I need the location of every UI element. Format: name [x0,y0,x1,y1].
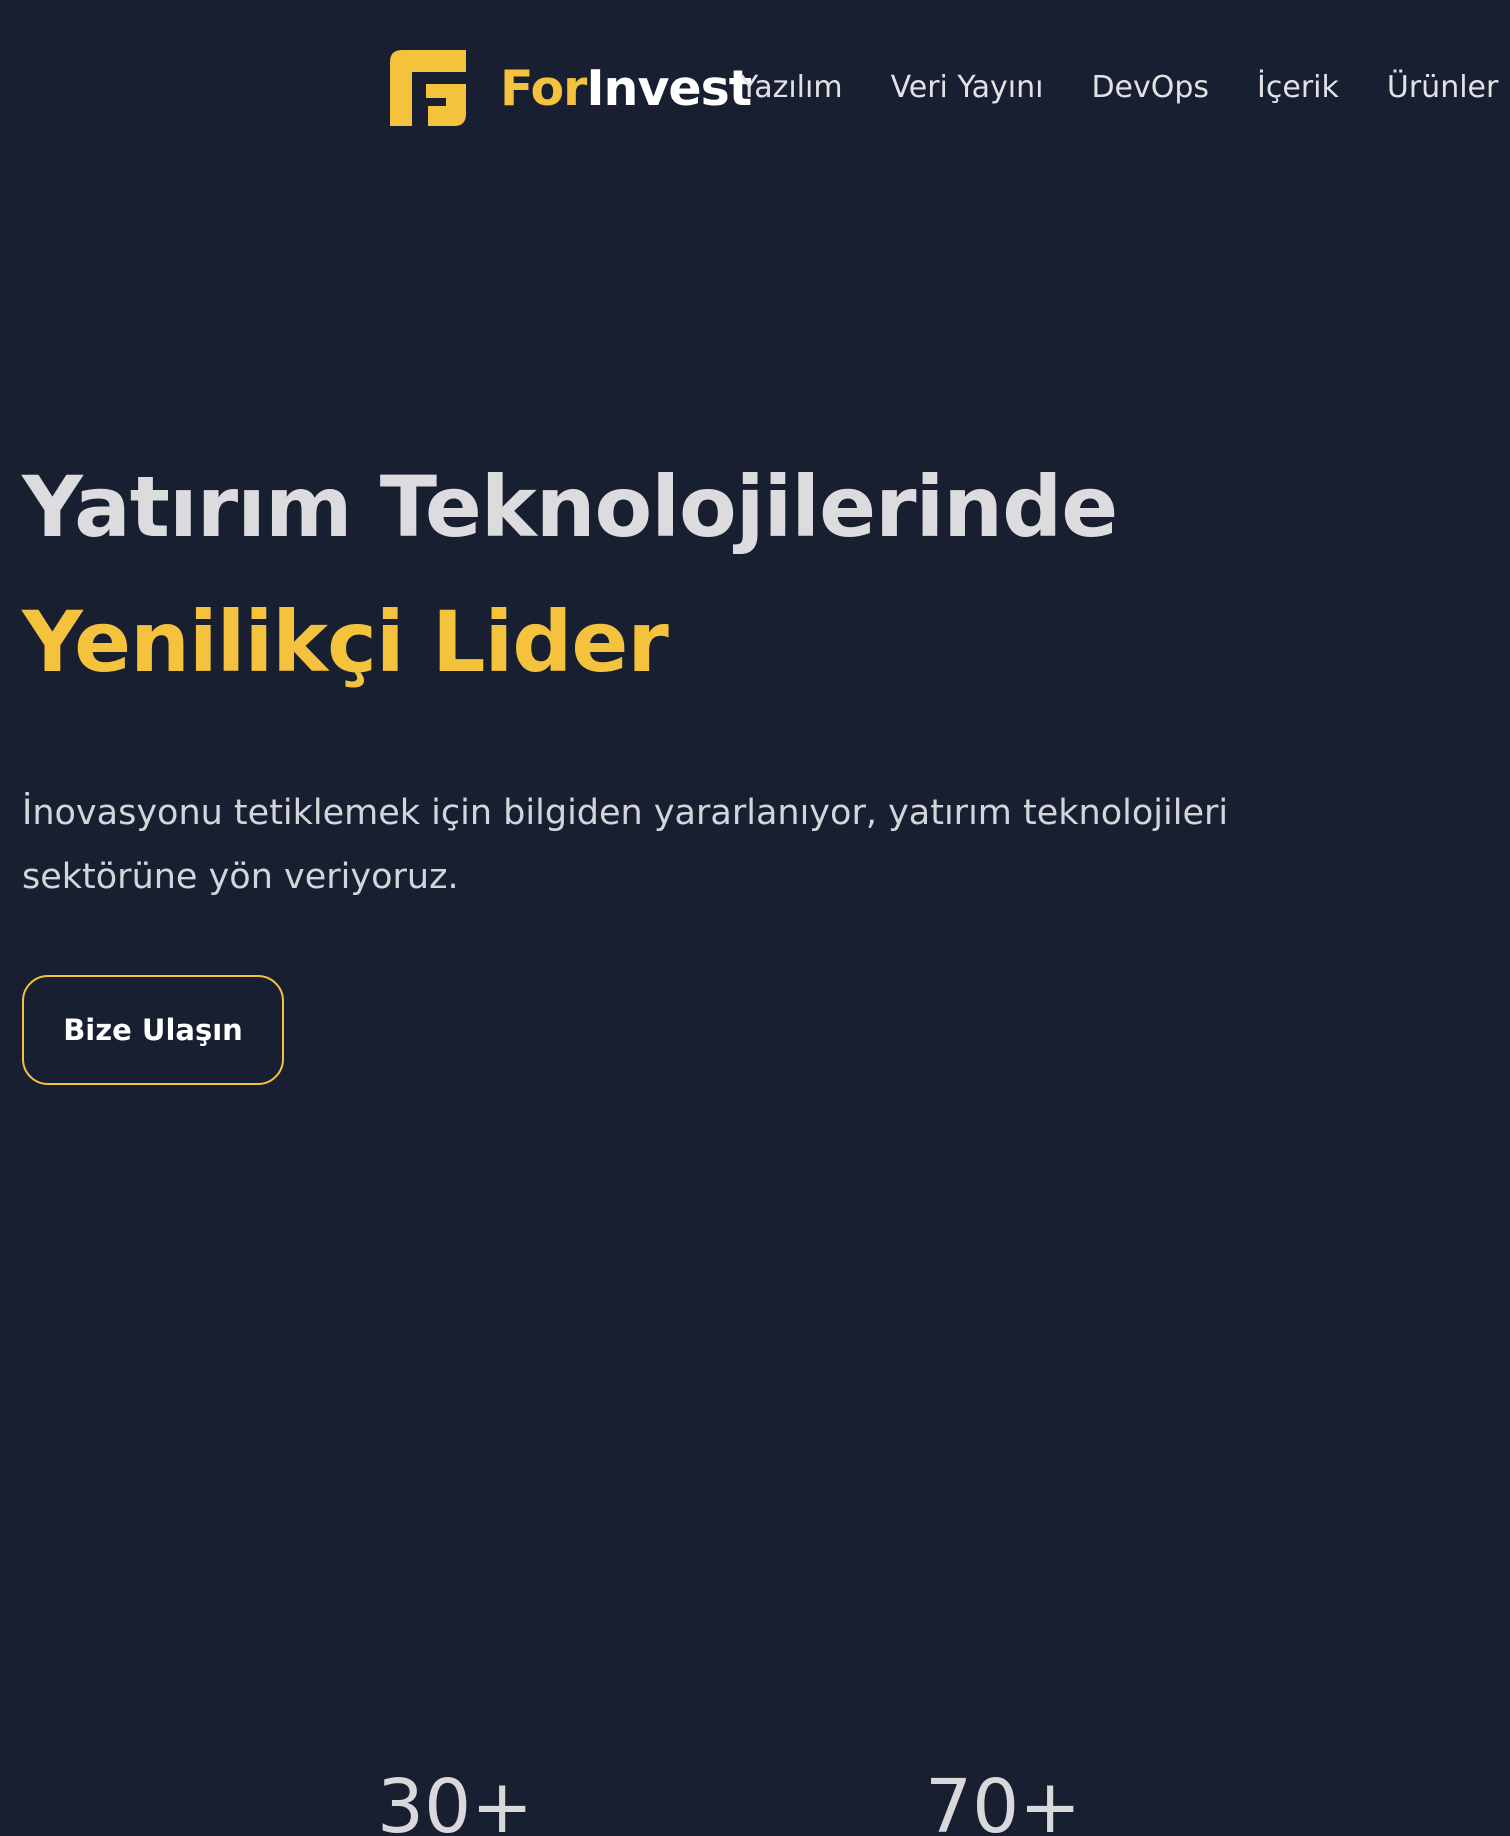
contact-us-button[interactable]: Bize Ulaşın [22,975,284,1085]
hero-title: Yatırım Teknolojilerinde Yenilikçi Lider [22,440,1322,710]
site-header: ForInvest Yazılım Veri Yayını DevOps İçe… [0,0,1510,176]
nav-item-urunler[interactable]: Ürünler [1387,66,1498,110]
brand-logo-icon [390,50,466,126]
hero-title-line-1: Yatırım Teknolojilerinde [22,458,1118,556]
hero-section: Yatırım Teknolojilerinde Yenilikçi Lider [22,440,1322,710]
nav-item-yazilim[interactable]: Yazılım [740,66,843,110]
nav-item-devops[interactable]: DevOps [1091,66,1209,110]
main-nav: Yazılım Veri Yayını DevOps İçerik Ürünle… [740,66,1498,110]
stats-section: 30+ 70+ [0,1770,1510,1836]
nav-item-icerik[interactable]: İçerik [1257,66,1339,110]
brand-name-invest: Invest [586,59,752,117]
brand-wordmark: ForInvest [500,64,752,113]
nav-item-veri-yayini[interactable]: Veri Yayını [891,66,1044,110]
brand-logo[interactable]: ForInvest [390,50,752,126]
stat-value: 30+ [377,1770,534,1836]
hero-description: İnovasyonu tetiklemek için bilgiden yara… [22,793,1229,897]
stat-value: 70+ [925,1770,1082,1836]
hero-title-line-2: Yenilikçi Lider [22,593,669,691]
brand-name-for: For [500,59,587,117]
